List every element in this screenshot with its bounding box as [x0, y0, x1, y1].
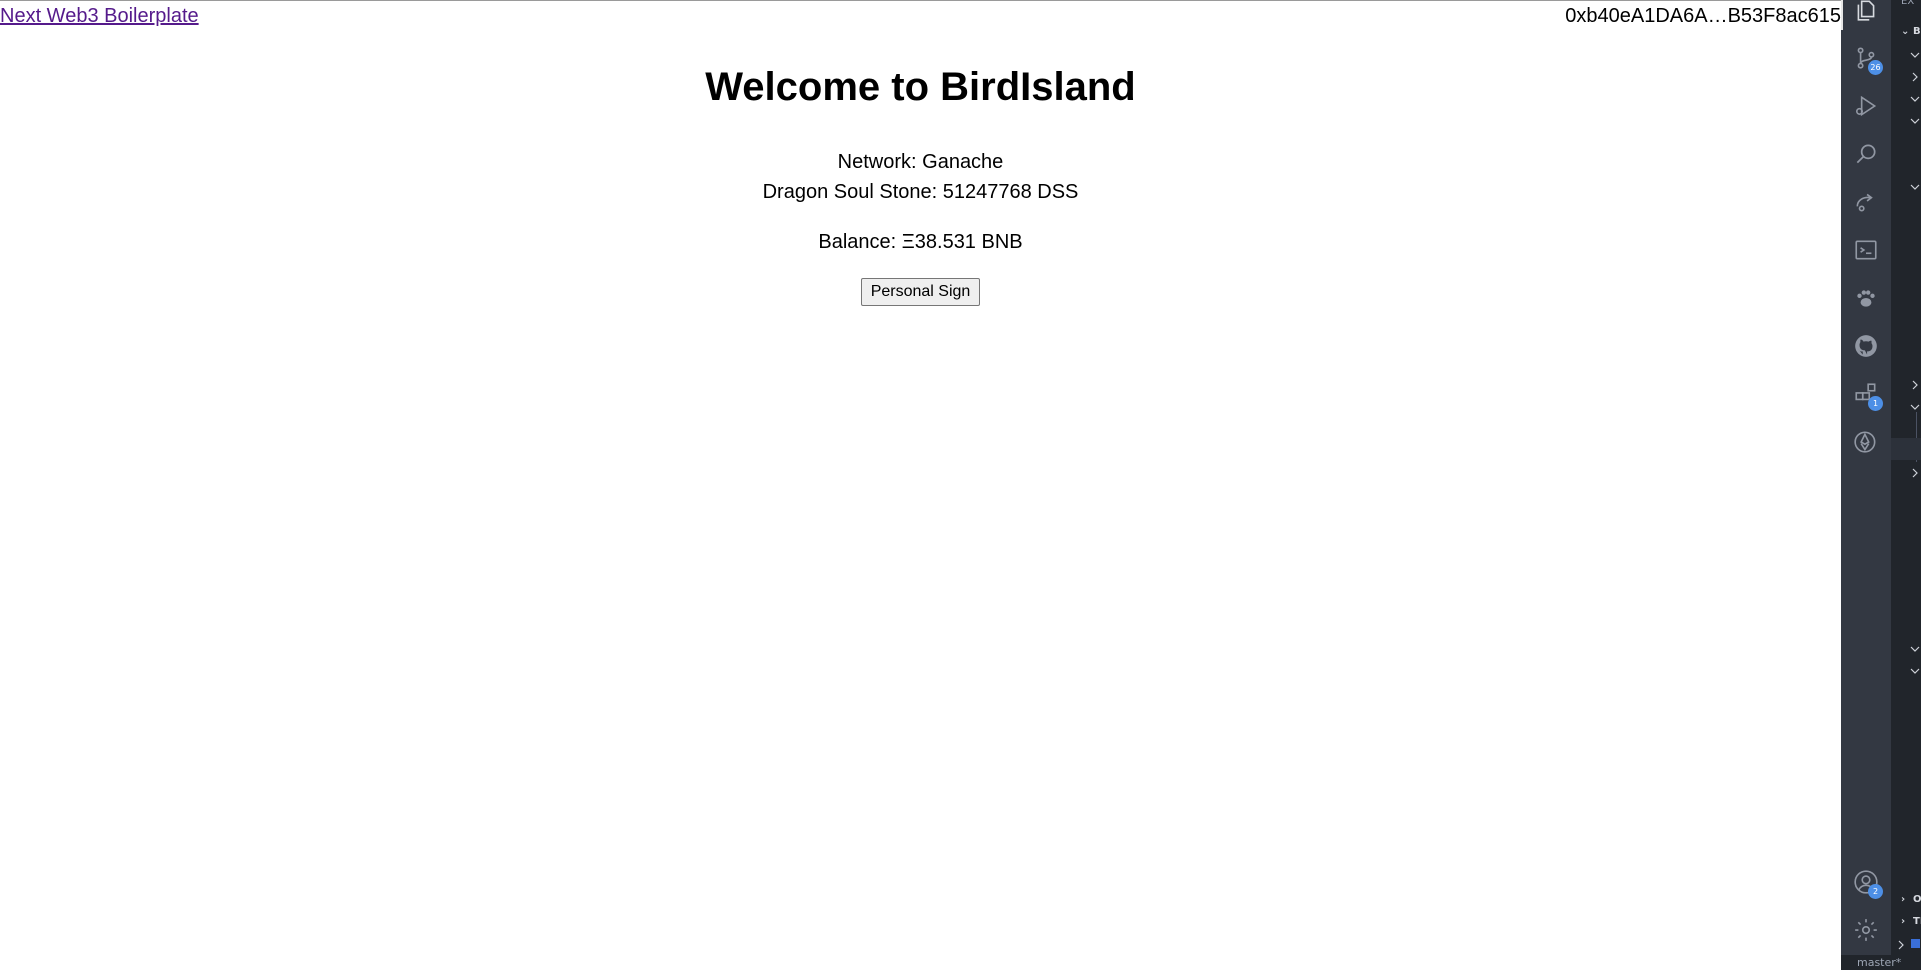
timeline-section-label: TI — [1913, 916, 1921, 927]
dapp-page: Next Web3 Boilerplate 0xb40eA1DA6A…B53F8… — [0, 0, 1841, 970]
search-icon[interactable] — [1841, 134, 1891, 174]
chevron-right-icon[interactable] — [1909, 466, 1921, 478]
outline-section-label: OU — [1913, 894, 1921, 905]
chevron-right-icon: › — [1901, 894, 1906, 905]
accounts-badge: 2 — [1868, 884, 1883, 899]
timeline-section-header[interactable]: › TI — [1901, 916, 1921, 927]
paw-icon[interactable] — [1841, 278, 1891, 318]
workspace-section-label: BI — [1913, 26, 1921, 37]
terminal-icon[interactable] — [1841, 230, 1891, 270]
chevron-down-icon[interactable] — [1909, 400, 1921, 412]
chevron-down-icon[interactable] — [1909, 664, 1921, 676]
account-address: 0xb40eA1DA6A…B53F8ac615 — [1565, 5, 1841, 27]
chevron-right-icon: › — [1901, 916, 1906, 927]
balance-label: Balance: Ξ38.531 BNB — [818, 231, 1023, 253]
chevron-down-icon[interactable] — [1909, 92, 1921, 104]
chevron-right-icon[interactable] — [1909, 378, 1921, 390]
github-icon[interactable] — [1841, 326, 1891, 366]
ethereum-icon[interactable] — [1841, 422, 1891, 462]
chevron-down-icon: ⌄ — [1901, 26, 1910, 37]
extension-panel-marker — [1911, 939, 1920, 948]
home-link[interactable]: Next Web3 Boilerplate — [0, 5, 199, 28]
vscode-side-panel: EX ⌄BI › OU › TI — [1891, 0, 1921, 970]
chevron-down-icon[interactable] — [1909, 180, 1921, 192]
vscode-activity-bar: 26 1 2 — [1841, 0, 1891, 970]
source-control-badge: 26 — [1868, 60, 1883, 75]
explorer-icon[interactable] — [1841, 0, 1891, 30]
chevron-right-icon[interactable] — [1909, 70, 1921, 82]
network-label: Network: Ganache — [837, 151, 1004, 173]
remote-explorer-icon[interactable] — [1841, 182, 1891, 222]
run-debug-icon[interactable] — [1841, 86, 1891, 126]
accounts-icon[interactable]: 2 — [1841, 862, 1891, 902]
extensions-badge: 1 — [1868, 396, 1883, 411]
settings-gear-icon[interactable] — [1841, 910, 1891, 950]
page-title: Welcome to BirdIsland — [705, 65, 1136, 109]
vscode-status-bar: master* — [1841, 955, 1921, 970]
token-balance-label: Dragon Soul Stone: 51247768 DSS — [762, 181, 1079, 203]
selected-row[interactable] — [1891, 438, 1921, 460]
extensions-icon[interactable]: 1 — [1841, 374, 1891, 414]
chevron-right-icon[interactable] — [1895, 938, 1907, 950]
chevron-down-icon[interactable] — [1909, 642, 1921, 654]
screen: Next Web3 Boilerplate 0xb40eA1DA6A…B53F8… — [0, 0, 1921, 970]
chevron-down-icon[interactable] — [1909, 48, 1921, 60]
sign-button-row: Personal Sign — [0, 278, 1841, 306]
chevron-down-icon[interactable] — [1909, 114, 1921, 126]
outline-section-header[interactable]: › OU — [1901, 894, 1921, 905]
explorer-title: EX — [1901, 0, 1915, 7]
workspace-section-header[interactable]: ⌄BI — [1901, 26, 1921, 37]
git-branch-status[interactable]: master* — [1857, 956, 1901, 969]
source-control-icon[interactable]: 26 — [1841, 38, 1891, 78]
personal-sign-button[interactable]: Personal Sign — [860, 278, 981, 306]
